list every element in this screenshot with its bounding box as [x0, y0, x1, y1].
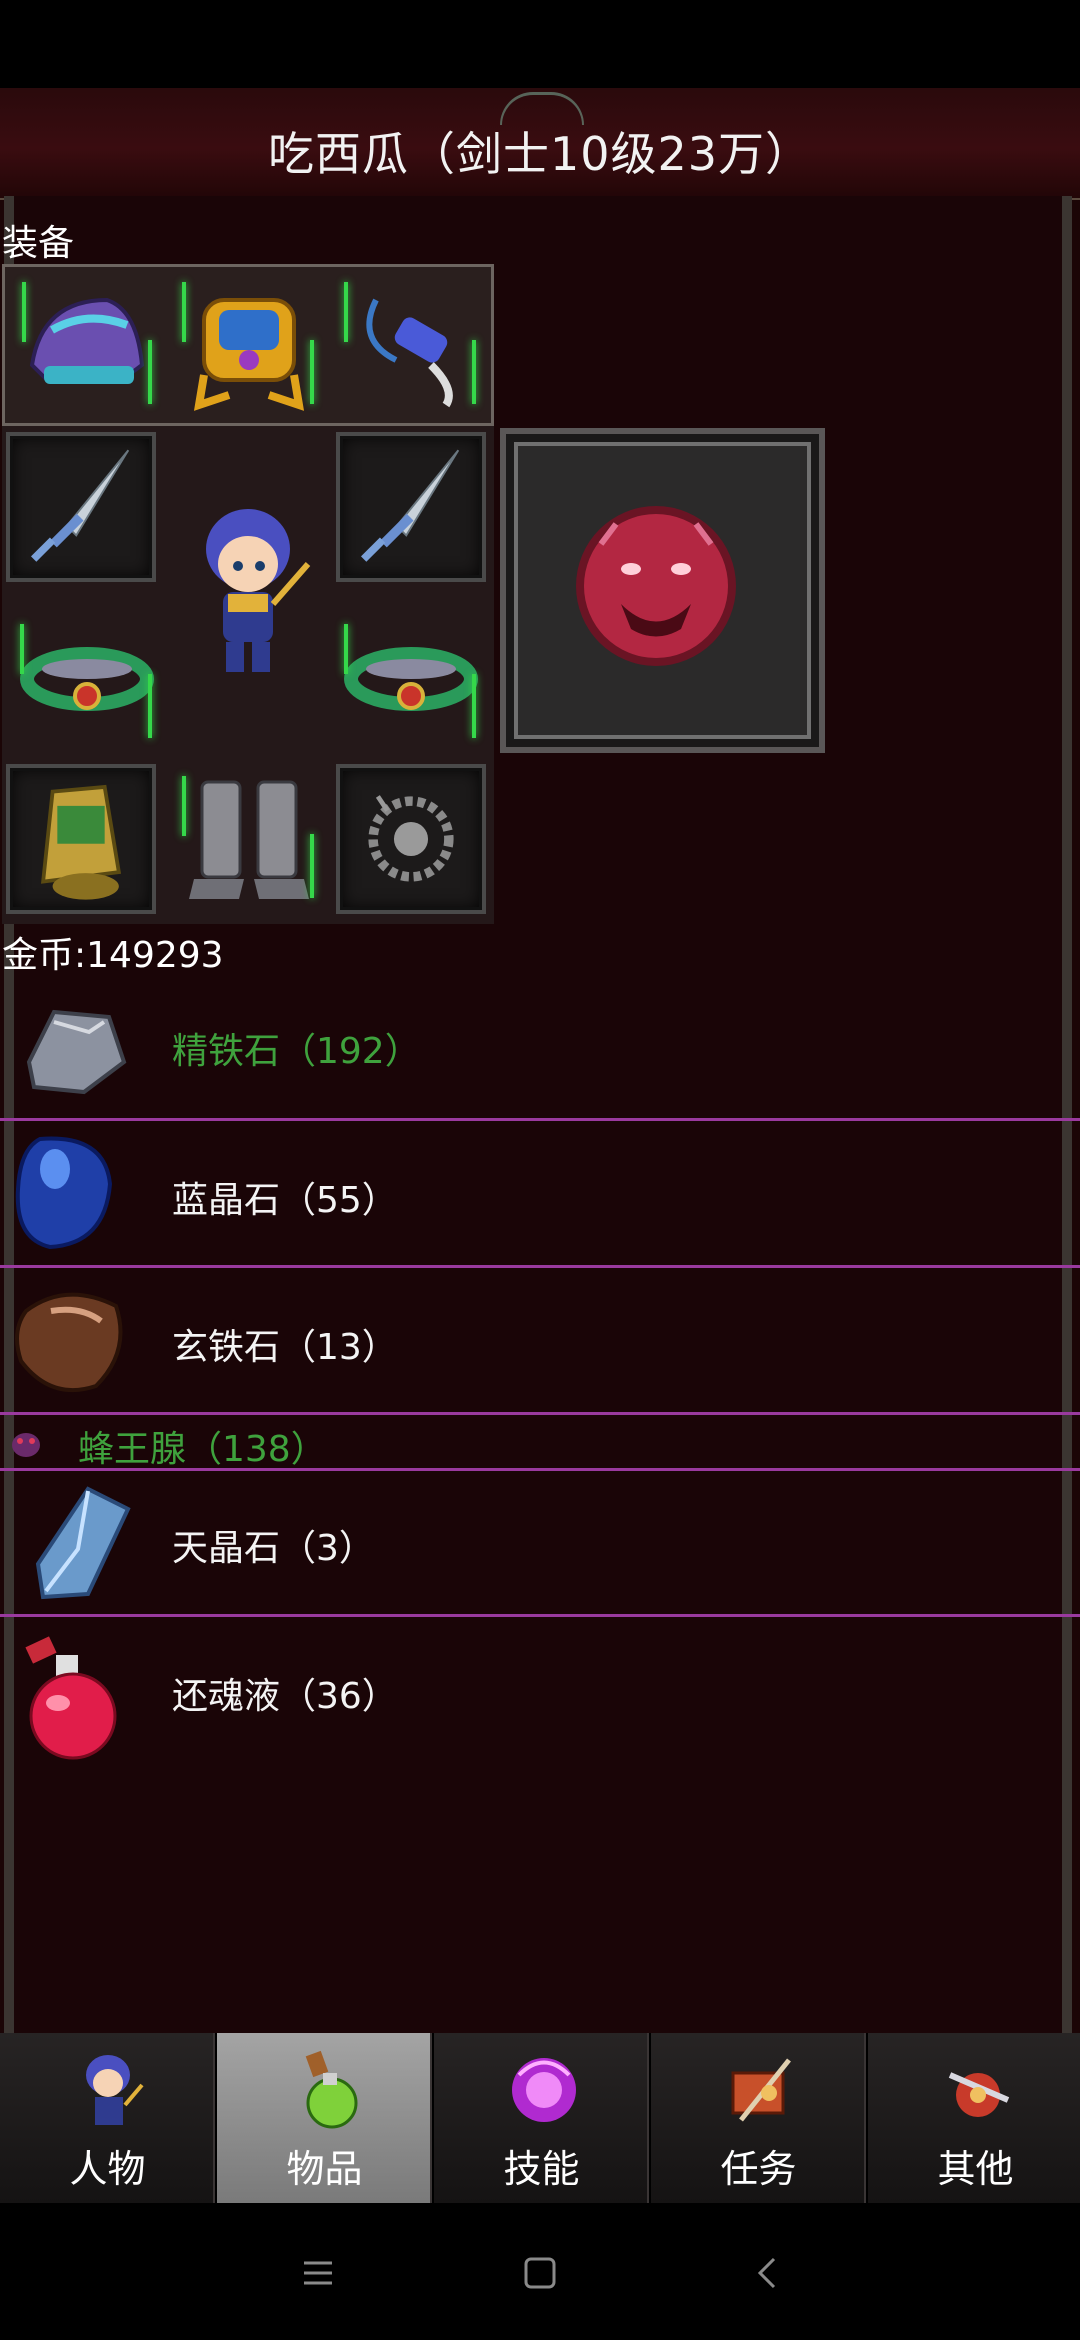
items-potion-icon — [305, 2050, 358, 2129]
title-bar: 吃西瓜（剑士10级23万） — [0, 88, 1080, 200]
list-item[interactable]: 天晶石（3） — [0, 1471, 1080, 1617]
status-bar — [0, 0, 1080, 88]
belt-icon — [20, 647, 154, 711]
home-icon[interactable] — [520, 2253, 560, 2293]
character-avatar — [178, 494, 328, 684]
back-icon[interactable] — [748, 2253, 788, 2293]
list-item[interactable]: 还魂液（36） — [0, 1617, 1080, 1765]
tab-label: 其他 — [937, 2147, 1014, 2191]
tab-character[interactable]: 人物 — [0, 2033, 215, 2203]
item-name: 天晶石（3） — [172, 1528, 375, 1569]
tab-items[interactable]: 物品 — [217, 2033, 432, 2203]
queen-bee-gland-icon — [12, 1433, 40, 1457]
sword-icon — [360, 449, 460, 562]
equipment-panel — [2, 264, 494, 924]
other-icon — [948, 2072, 1010, 2117]
revival-potion-icon — [25, 1636, 117, 1760]
quest-icon — [731, 2058, 791, 2122]
character-icon — [206, 509, 311, 672]
character-icon — [86, 2055, 144, 2125]
tab-label: 人物 — [69, 2147, 146, 2191]
equip-slot-gloves[interactable] — [6, 764, 156, 914]
tab-other[interactable]: 其他 — [868, 2033, 1080, 2203]
tab-label: 技能 — [503, 2147, 580, 2191]
armor-icon — [193, 298, 305, 411]
system-nav-bar — [0, 2203, 1080, 2340]
equip-slot-belt-left[interactable] — [12, 604, 162, 754]
page-title: 吃西瓜（剑士10级23万） — [267, 127, 813, 181]
bracer-icon — [41, 784, 122, 900]
tiger-emblem-icon — [576, 506, 736, 666]
equip-slot-accessory[interactable] — [336, 764, 486, 914]
emblem-slot[interactable] — [500, 428, 825, 753]
tab-skills[interactable]: 技能 — [434, 2033, 649, 2203]
equip-slot-armor[interactable] — [174, 270, 324, 420]
helmet-icon — [29, 297, 145, 384]
item-name: 蜂王腺（138） — [78, 1429, 327, 1470]
list-item[interactable]: 蜂王腺（138） — [0, 1415, 1080, 1471]
belt-icon — [344, 647, 478, 711]
equip-slot-weapon-left[interactable] — [6, 432, 156, 582]
item-name: 还魂液（36） — [172, 1676, 398, 1717]
item-name: 蓝晶石（55） — [172, 1180, 398, 1221]
sword-icon — [30, 449, 130, 562]
sky-crystal-icon — [35, 1486, 131, 1600]
list-item[interactable]: 玄铁石（13） — [0, 1268, 1080, 1415]
equip-slot-weapon-right[interactable] — [336, 432, 486, 582]
tab-label: 任务 — [720, 2147, 797, 2191]
refined-iron-stone-icon — [26, 1009, 127, 1095]
menu-icon[interactable] — [298, 2253, 338, 2293]
equip-slot-helmet[interactable] — [12, 270, 162, 420]
equip-slot-necklace[interactable] — [336, 270, 486, 420]
tab-label: 物品 — [286, 2147, 363, 2191]
gold-amount: 金币:149293 — [2, 935, 224, 976]
tab-quests[interactable]: 任务 — [651, 2033, 866, 2203]
bottom-nav: 人物 物品 技能 任务 其他 — [0, 2033, 1080, 2203]
necklace-icon — [366, 298, 453, 408]
list-item[interactable]: 蓝晶石（55） — [0, 1121, 1080, 1268]
equip-slot-belt-right[interactable] — [336, 604, 486, 754]
dark-iron-stone-icon — [15, 1292, 123, 1393]
list-item[interactable]: 精铁石（192） — [0, 980, 1080, 1121]
equipment-label: 装备 — [2, 223, 75, 264]
item-name: 玄铁石（13） — [172, 1327, 398, 1368]
item-name: 精铁石（192） — [172, 1031, 421, 1072]
boots-icon — [189, 780, 309, 899]
blue-crystal-icon — [15, 1136, 113, 1250]
equip-slot-boots[interactable] — [174, 764, 324, 914]
beads-icon — [368, 795, 454, 882]
skills-orb-icon — [512, 2058, 576, 2122]
